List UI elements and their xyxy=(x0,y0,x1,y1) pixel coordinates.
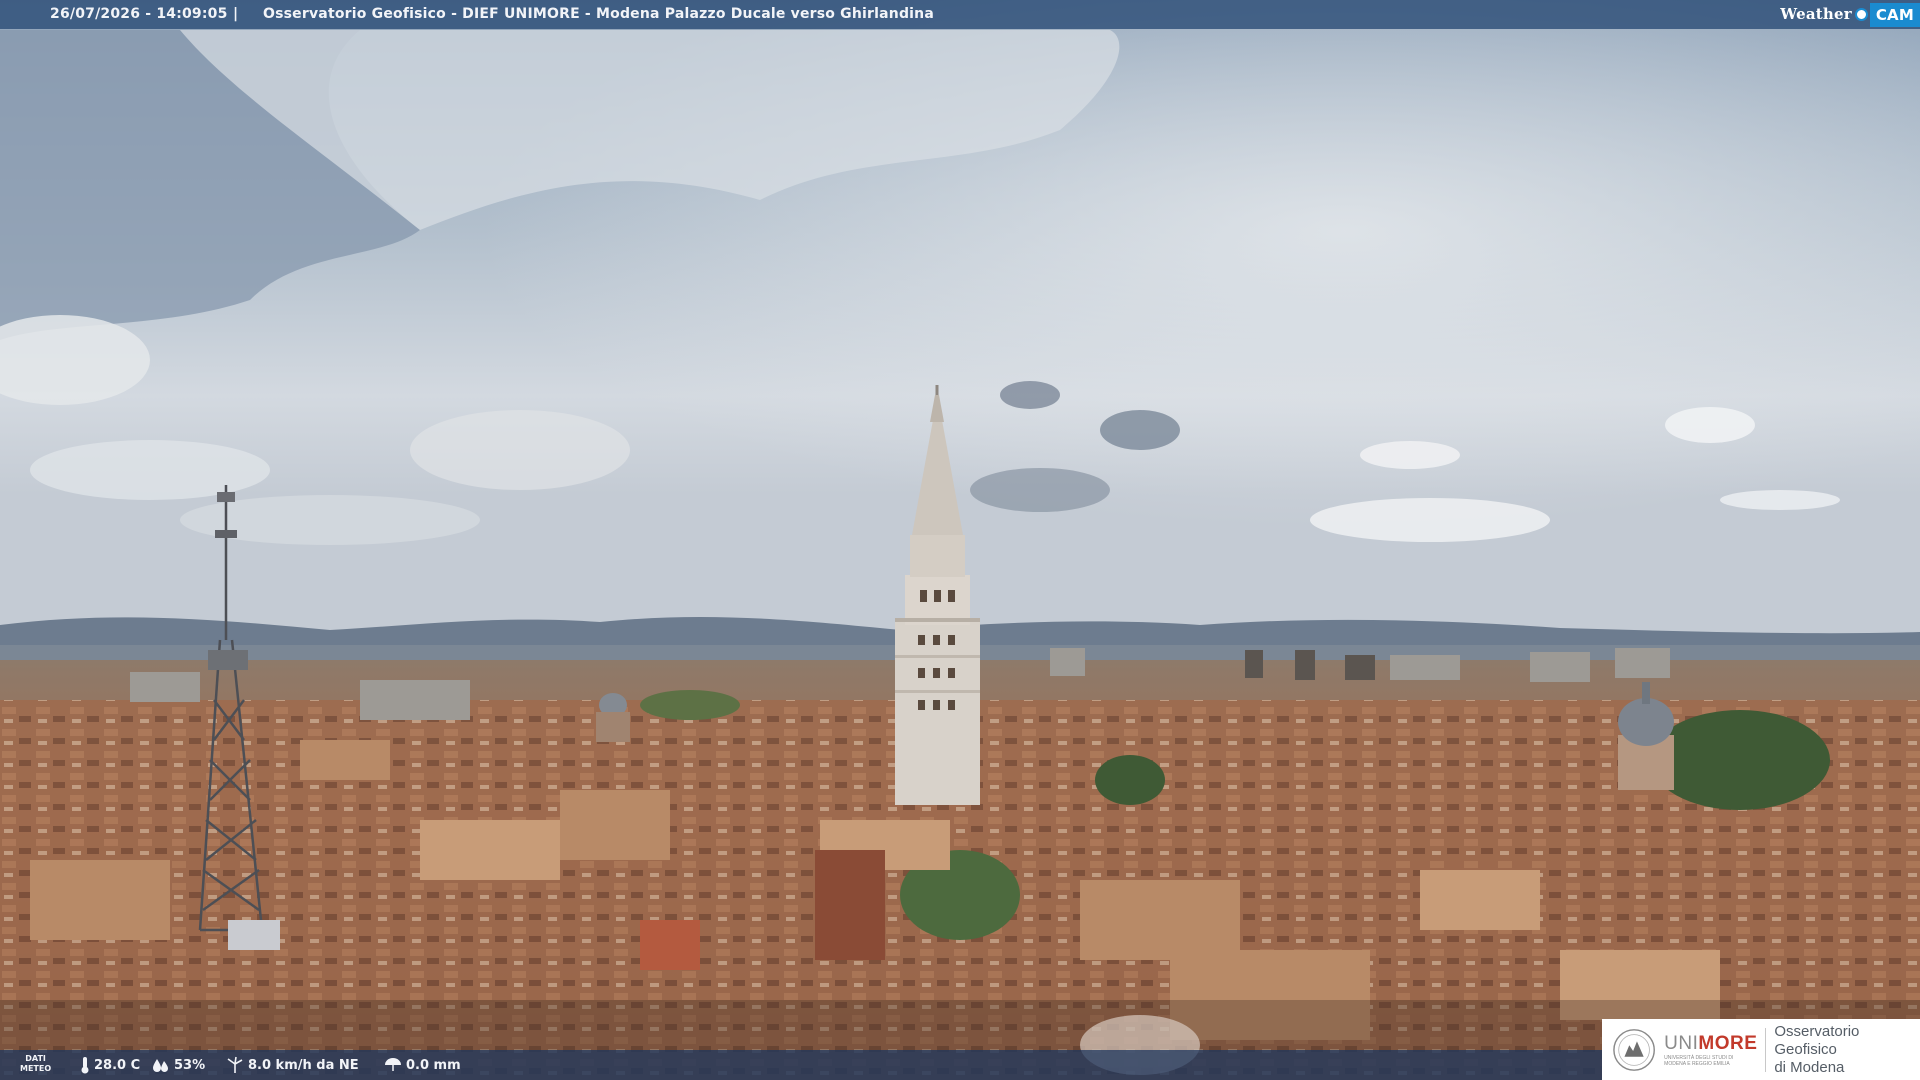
rain-item: 0.0 mm xyxy=(384,1050,461,1080)
university-seal-icon xyxy=(1613,1028,1655,1071)
webcam-view: 26/07/2026 - 14:09:05 | Osservatorio Geo… xyxy=(0,0,1920,1080)
camera-title: Osservatorio Geofisico - DIEF UNIMORE - … xyxy=(263,6,934,22)
humidity-drops-icon xyxy=(153,1059,168,1072)
observatory-line2: di Modena xyxy=(1774,1058,1845,1076)
brand-dot-icon xyxy=(1854,8,1868,21)
thermometer-icon xyxy=(81,1057,89,1074)
wind-item: 8.0 km/h da NE xyxy=(226,1050,359,1080)
wind-turbine-icon xyxy=(227,1056,243,1073)
city-panorama-image xyxy=(0,0,1920,1080)
logo-divider xyxy=(1765,1027,1767,1072)
unimore-more: MORE xyxy=(1698,1032,1758,1054)
timestamp: 26/07/2026 - 14:09:05 xyxy=(50,6,228,22)
temperature-value: 28.0 C xyxy=(94,1057,141,1073)
humidity-item: 53% xyxy=(152,1050,205,1080)
brand-word: Weather xyxy=(1780,5,1852,23)
brand-cam: CAM xyxy=(1869,2,1920,27)
unimore-uni: UNI xyxy=(1664,1032,1699,1054)
unimore-wordmark: UNIMORE UNIVERSITÀ DEGLI STUDI DI MODENA… xyxy=(1664,1033,1757,1067)
weathercam-logo: Weather CAM xyxy=(1780,0,1920,29)
rain-umbrella-icon xyxy=(385,1058,401,1071)
weather-label: DATI METEO xyxy=(20,1054,51,1074)
weather-label-line1: DATI xyxy=(25,1054,46,1063)
header-separator: | xyxy=(233,6,239,22)
rain-value: 0.0 mm xyxy=(406,1057,461,1073)
weather-label-line2: METEO xyxy=(20,1064,52,1073)
wind-value: 8.0 km/h da NE xyxy=(248,1057,359,1073)
unimore-logo-panel: UNIMORE UNIVERSITÀ DEGLI STUDI DI MODENA… xyxy=(1602,1019,1920,1080)
weather-data-bar: DATI METEO 28.0 C 53% 8.0 km/h da NE 0.0… xyxy=(0,1050,1602,1080)
humidity-value: 53% xyxy=(174,1057,206,1073)
temperature-item: 28.0 C xyxy=(80,1050,140,1080)
observatory-name: Osservatorio Geofisico di Modena xyxy=(1774,1023,1920,1077)
university-line: UNIVERSITÀ DEGLI STUDI DI MODENA E REGGI… xyxy=(1664,1054,1734,1067)
unimore-name: UNIMORE xyxy=(1664,1033,1757,1055)
observatory-line1: Osservatorio Geofisico xyxy=(1774,1022,1860,1058)
header-bar: 26/07/2026 - 14:09:05 | Osservatorio Geo… xyxy=(0,0,1920,29)
